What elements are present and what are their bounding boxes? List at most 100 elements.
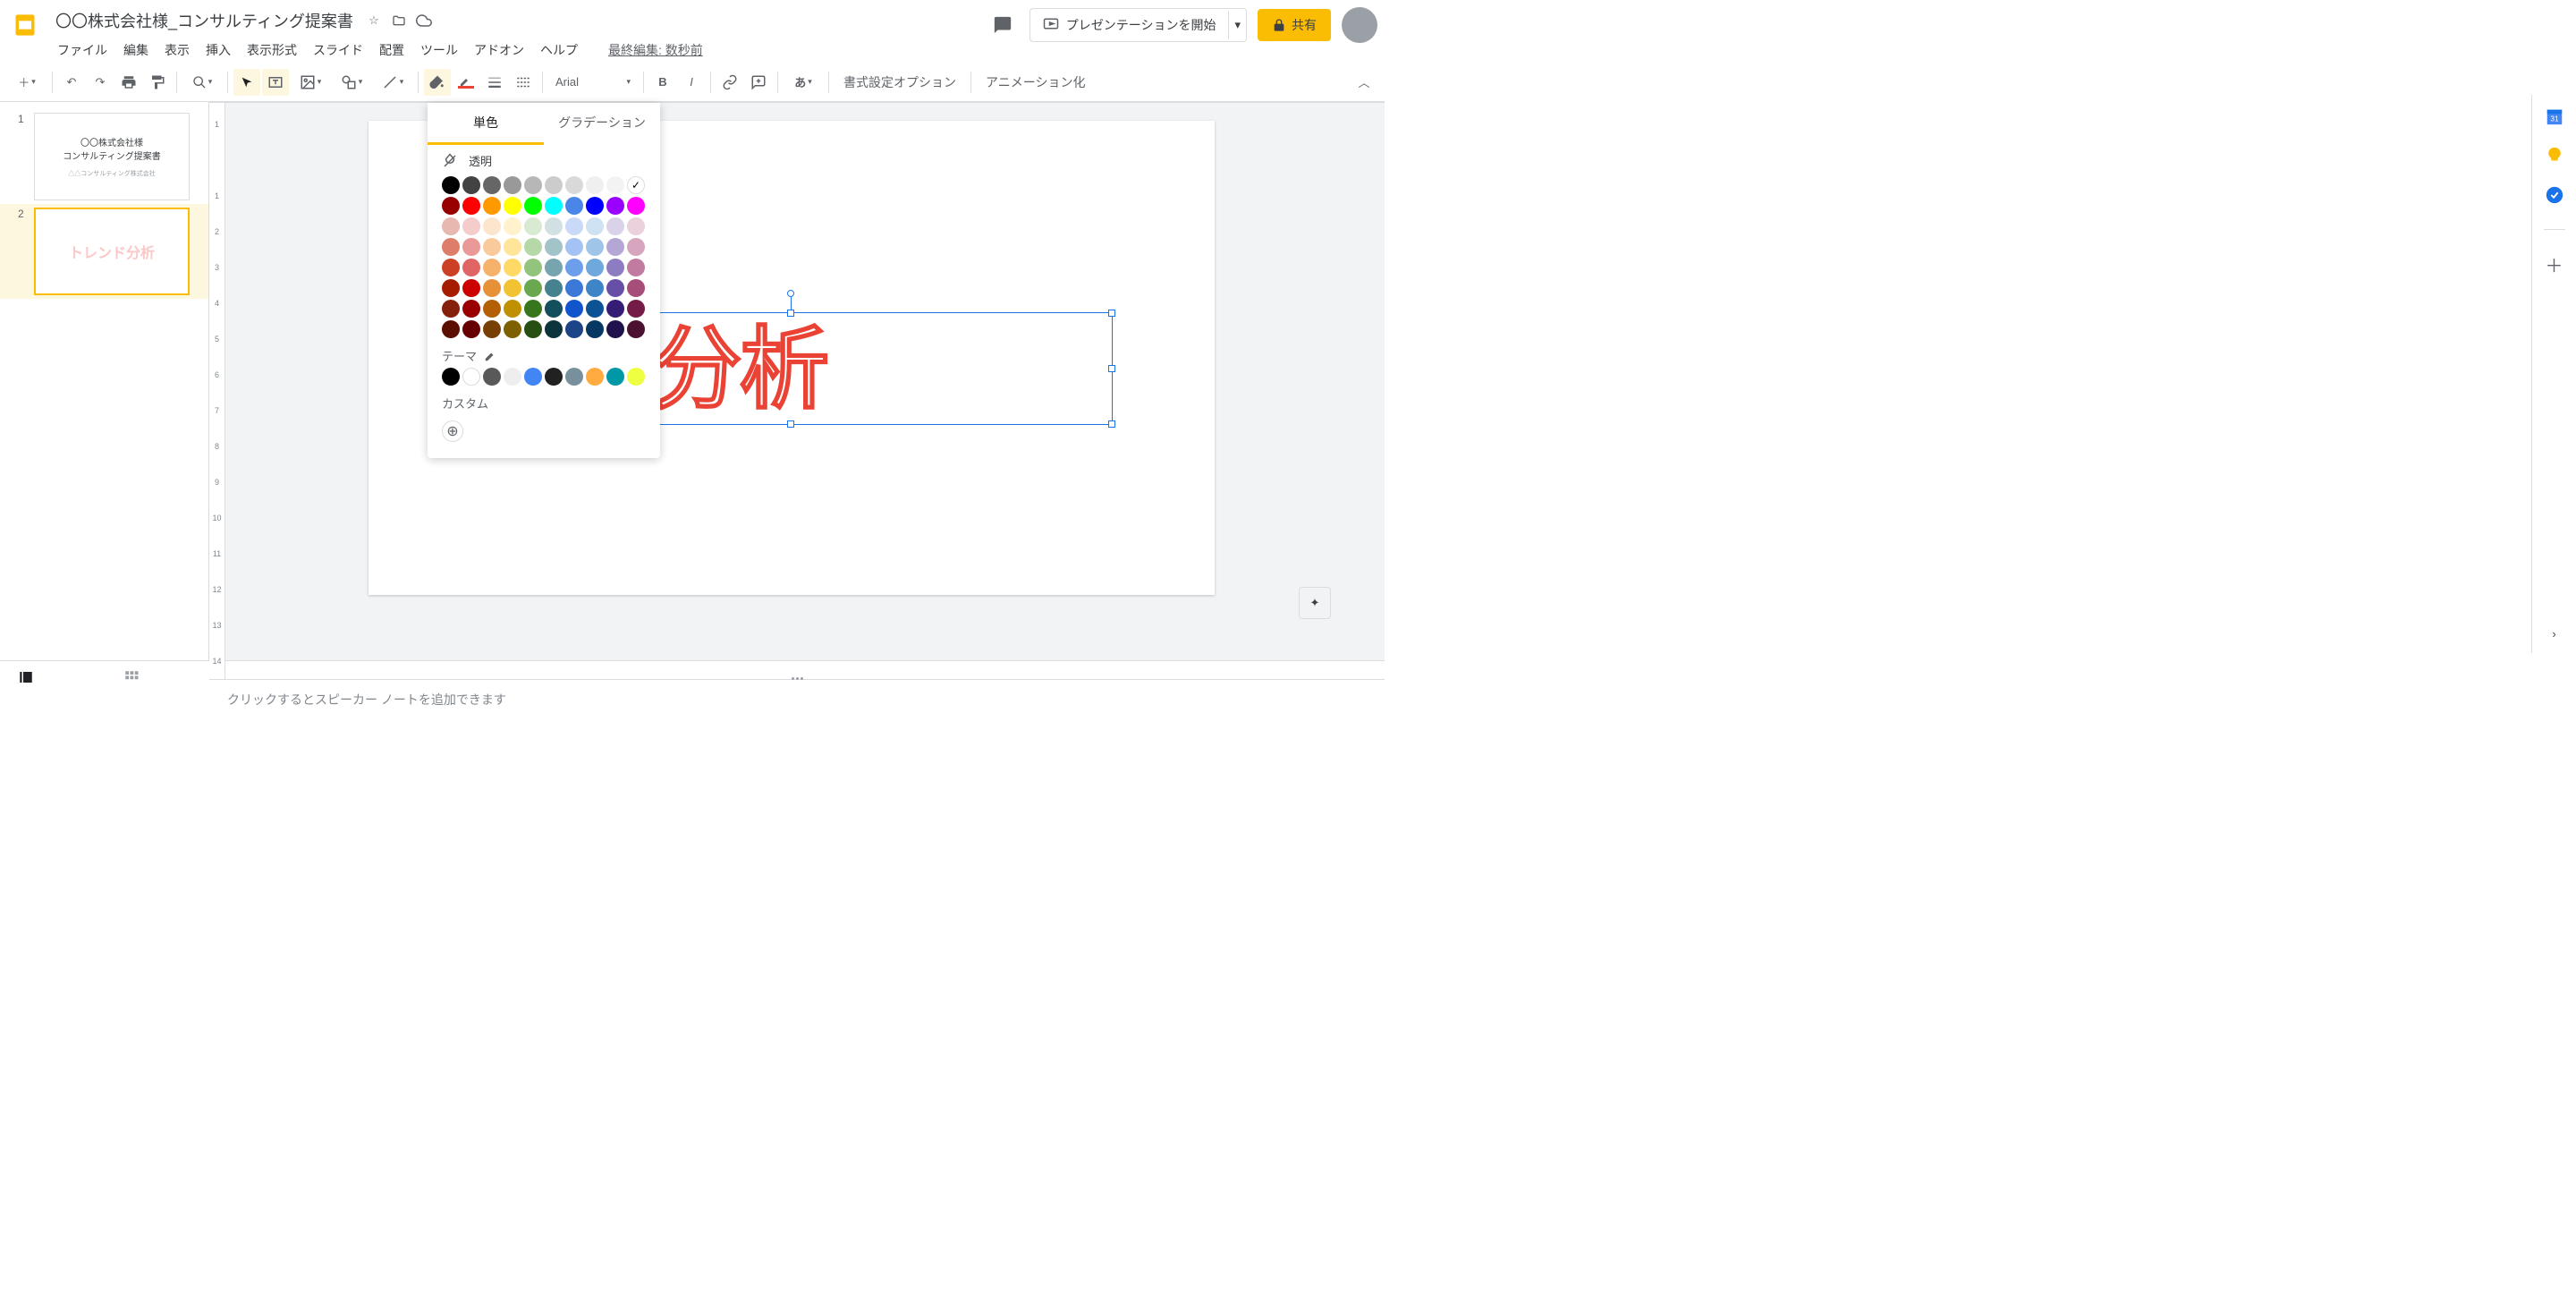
- color-swatch[interactable]: [606, 176, 624, 194]
- rotate-handle[interactable]: [787, 290, 794, 297]
- resize-handle[interactable]: [787, 310, 794, 317]
- color-swatch[interactable]: [627, 279, 645, 297]
- shape-tool[interactable]: ▾: [332, 69, 371, 96]
- color-swatch[interactable]: [462, 197, 480, 215]
- color-swatch[interactable]: [524, 238, 542, 256]
- color-swatch[interactable]: [442, 300, 460, 318]
- bold-button[interactable]: B: [649, 69, 676, 96]
- color-swatch[interactable]: [586, 197, 604, 215]
- color-swatch[interactable]: [442, 217, 460, 235]
- color-swatch[interactable]: [545, 176, 563, 194]
- tasks-icon[interactable]: [2544, 184, 2565, 206]
- border-color-button[interactable]: [453, 69, 479, 96]
- input-tool-button[interactable]: あ▾: [784, 69, 823, 96]
- color-swatch[interactable]: [462, 238, 480, 256]
- color-swatch[interactable]: [565, 176, 583, 194]
- color-swatch[interactable]: [504, 238, 521, 256]
- share-button[interactable]: 共有: [1258, 9, 1331, 41]
- menu-edit[interactable]: 編集: [116, 38, 156, 63]
- keep-icon[interactable]: [2544, 145, 2565, 166]
- color-swatch[interactable]: [586, 217, 604, 235]
- color-swatch[interactable]: [483, 176, 501, 194]
- color-swatch[interactable]: [586, 238, 604, 256]
- color-swatch[interactable]: [565, 217, 583, 235]
- textbox-tool[interactable]: [262, 69, 289, 96]
- comments-button[interactable]: [987, 9, 1019, 41]
- color-swatch[interactable]: [586, 300, 604, 318]
- color-swatch[interactable]: [483, 279, 501, 297]
- color-swatch[interactable]: [586, 320, 604, 338]
- color-swatch[interactable]: [545, 197, 563, 215]
- add-custom-color-button[interactable]: ⊕: [442, 420, 463, 442]
- color-swatch[interactable]: [524, 279, 542, 297]
- color-swatch[interactable]: [545, 259, 563, 276]
- menu-view[interactable]: 表示: [157, 38, 197, 63]
- color-swatch[interactable]: [524, 197, 542, 215]
- color-swatch[interactable]: [565, 320, 583, 338]
- menu-slide[interactable]: スライド: [306, 38, 370, 63]
- image-tool[interactable]: ▾: [291, 69, 330, 96]
- theme-swatch[interactable]: [627, 368, 645, 386]
- fill-color-button[interactable]: [424, 69, 451, 96]
- font-selector[interactable]: Arial▾: [548, 69, 638, 96]
- format-options-button[interactable]: 書式設定オプション: [835, 69, 965, 96]
- paint-format-button[interactable]: [144, 69, 171, 96]
- color-swatch[interactable]: [483, 217, 501, 235]
- explore-button[interactable]: ✦: [1299, 587, 1331, 619]
- color-swatch[interactable]: [483, 197, 501, 215]
- present-button[interactable]: プレゼンテーションを開始: [1030, 9, 1229, 41]
- line-tool[interactable]: ▾: [373, 69, 412, 96]
- menu-format[interactable]: 表示形式: [240, 38, 304, 63]
- color-swatch[interactable]: [442, 238, 460, 256]
- insert-comment-button[interactable]: [745, 69, 772, 96]
- slide-thumbnail-1[interactable]: 1 〇〇株式会社様 コンサルティング提案書 △△コンサルティング株式会社: [0, 109, 208, 204]
- color-swatch[interactable]: [462, 300, 480, 318]
- insert-link-button[interactable]: [716, 69, 743, 96]
- color-swatch[interactable]: [442, 320, 460, 338]
- color-swatch[interactable]: [524, 217, 542, 235]
- color-swatch[interactable]: [442, 259, 460, 276]
- color-swatch[interactable]: [565, 238, 583, 256]
- resize-handle[interactable]: [1108, 365, 1115, 372]
- star-icon[interactable]: ☆: [366, 13, 382, 29]
- color-swatch[interactable]: [462, 217, 480, 235]
- move-folder-icon[interactable]: [391, 13, 407, 29]
- color-swatch[interactable]: [442, 279, 460, 297]
- last-edit-link[interactable]: 最終編集: 数秒前: [608, 41, 703, 59]
- color-swatch[interactable]: [606, 300, 624, 318]
- color-swatch[interactable]: [545, 300, 563, 318]
- transparent-option[interactable]: 透明: [428, 145, 660, 176]
- collapse-toolbar-button[interactable]: ︿: [1351, 69, 1377, 96]
- resize-handle[interactable]: [1108, 420, 1115, 428]
- tab-gradient[interactable]: グラデーション: [544, 103, 660, 145]
- color-swatch[interactable]: [462, 320, 480, 338]
- filmstrip-view-button[interactable]: [18, 669, 34, 688]
- color-swatch[interactable]: [627, 238, 645, 256]
- color-swatch[interactable]: [504, 197, 521, 215]
- theme-swatch[interactable]: [545, 368, 563, 386]
- color-swatch[interactable]: [524, 320, 542, 338]
- menu-tools[interactable]: ツール: [413, 38, 465, 63]
- resize-handle[interactable]: [1108, 310, 1115, 317]
- theme-swatch[interactable]: [462, 368, 480, 386]
- zoom-button[interactable]: ▾: [182, 69, 222, 96]
- redo-button[interactable]: ↷: [87, 69, 114, 96]
- color-swatch[interactable]: [442, 197, 460, 215]
- border-dash-button[interactable]: [510, 69, 537, 96]
- color-swatch[interactable]: [504, 279, 521, 297]
- color-swatch[interactable]: [483, 320, 501, 338]
- color-swatch[interactable]: [606, 197, 624, 215]
- present-dropdown[interactable]: ▾: [1228, 11, 1246, 39]
- theme-swatch[interactable]: [442, 368, 460, 386]
- grid-view-button[interactable]: [123, 669, 140, 688]
- color-swatch[interactable]: [606, 217, 624, 235]
- color-swatch[interactable]: [627, 197, 645, 215]
- select-tool[interactable]: [233, 69, 260, 96]
- menu-help[interactable]: ヘルプ: [533, 38, 585, 63]
- menu-addons[interactable]: アドオン: [467, 38, 531, 63]
- color-swatch[interactable]: [565, 279, 583, 297]
- color-swatch[interactable]: [565, 300, 583, 318]
- border-weight-button[interactable]: [481, 69, 508, 96]
- color-swatch[interactable]: [483, 259, 501, 276]
- new-slide-button[interactable]: ＋▾: [7, 69, 47, 96]
